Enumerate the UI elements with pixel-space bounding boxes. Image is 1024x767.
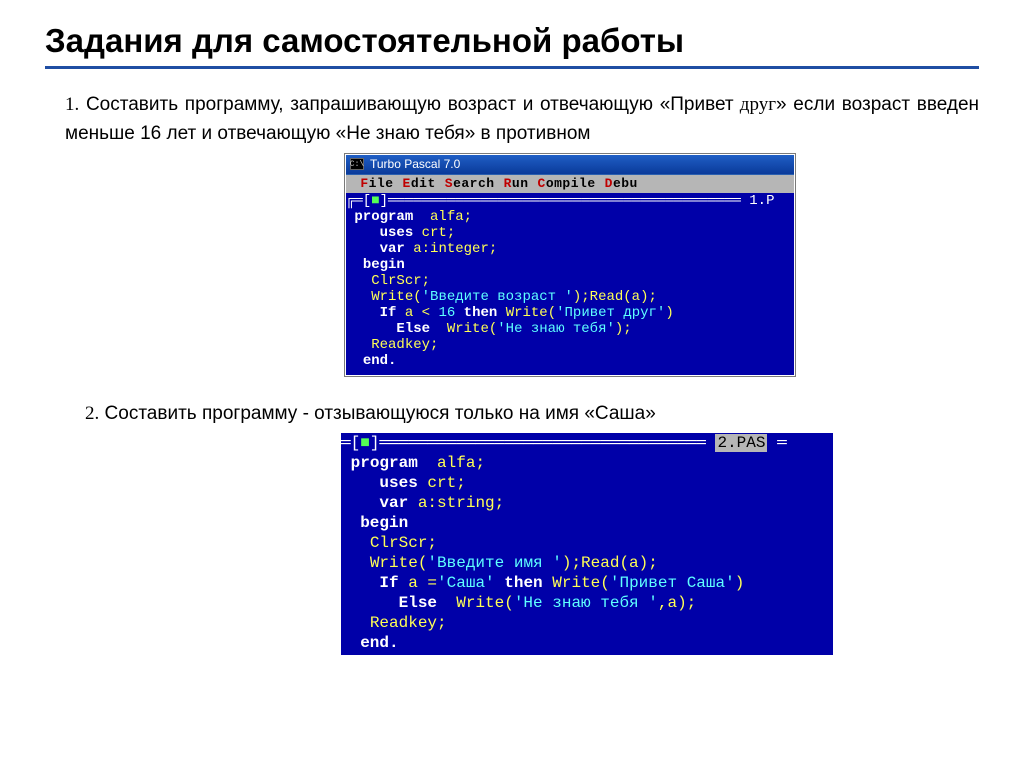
page-title: Задания для самостоятельной работы <box>45 22 979 60</box>
menu-item[interactable]: File <box>360 176 393 191</box>
window-title-text: Turbo Pascal 7.0 <box>370 157 460 171</box>
title-divider <box>45 66 979 69</box>
menu-item[interactable]: Compile <box>538 176 596 191</box>
task-2-text: 2. Составить программу - отзывающуюся то… <box>45 400 979 429</box>
menu-item[interactable]: Debu <box>605 176 638 191</box>
window-titlebar: C:\ Turbo Pascal 7.0 <box>346 155 794 175</box>
task-2-body: Составить программу - отзывающуюся тольк… <box>105 403 656 424</box>
tp-menu-bar[interactable]: File Edit Search Run Compile Debu <box>346 175 794 193</box>
task-1-text: 1. Составить программу, запрашивающую во… <box>45 91 979 148</box>
console-icon: C:\ <box>350 158 364 170</box>
menu-item[interactable]: Edit <box>403 176 436 191</box>
tp-editor-body-2: ═[■]══════════════════════════════════ 2… <box>341 433 833 655</box>
task-1-number: 1. <box>65 94 79 115</box>
task-1-part-a: Составить программу, запрашивающую возра… <box>86 94 734 115</box>
code-window-1: C:\ Turbo Pascal 7.0 File Edit Search Run Co… <box>345 154 979 376</box>
task-1-friend: друг <box>734 94 776 115</box>
menu-item[interactable]: Search <box>445 176 495 191</box>
menu-item[interactable]: Run <box>504 176 529 191</box>
task-2-number: 2. <box>85 403 99 424</box>
tp-editor-body: ╔═[■]═══════════════════════════════════… <box>346 193 794 375</box>
code-window-2: ═[■]══════════════════════════════════ 2… <box>341 433 833 655</box>
